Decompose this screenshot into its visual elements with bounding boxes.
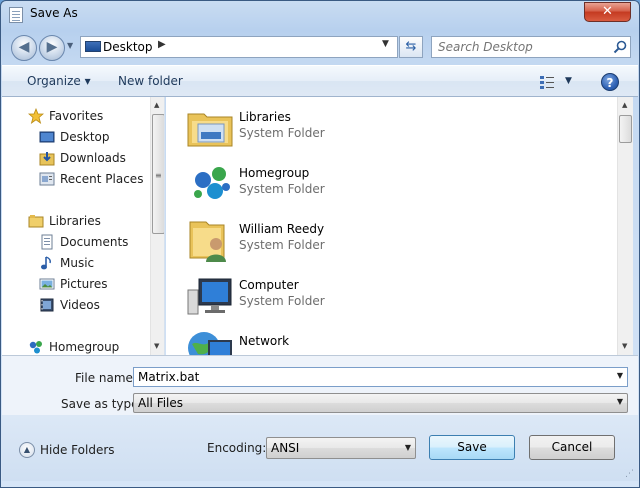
navigation-pane: Favorites Desktop Downloads Recent Place… xyxy=(2,97,165,355)
save-as-dialog: Save As ✕ ◀ ▶ ▼ Desktop ▶ ▼ ⇆ Organize ▾… xyxy=(0,0,640,488)
file-name: Network xyxy=(239,334,290,348)
search-box[interactable] xyxy=(431,36,631,58)
videos-icon xyxy=(40,298,54,312)
libraries-icon xyxy=(28,215,44,228)
desktop-icon xyxy=(39,131,55,143)
scroll-up-arrow-icon[interactable]: ▲ xyxy=(154,101,159,109)
scroll-down-arrow-icon[interactable]: ▼ xyxy=(154,342,159,350)
breadcrumb-chevron-icon[interactable]: ▶ xyxy=(158,39,166,50)
sidebar-item-label: Recent Places xyxy=(60,172,144,186)
encoding-select[interactable]: ANSI ▼ xyxy=(266,437,416,459)
sidebar-item-music[interactable]: Music xyxy=(2,253,150,273)
sidebar-item-label: Downloads xyxy=(60,151,126,165)
sidebar-item-pictures[interactable]: Pictures xyxy=(2,274,150,294)
file-name-field[interactable]: ▼ xyxy=(133,367,628,387)
sidebar-item-videos[interactable]: Videos xyxy=(2,295,150,315)
sidebar-item-favorites[interactable]: Favorites xyxy=(2,106,150,126)
recent-places-icon xyxy=(39,172,55,186)
libraries-folder-icon xyxy=(187,113,233,147)
user-folder-icon xyxy=(189,221,226,262)
star-icon xyxy=(28,108,44,124)
chevron-down-icon[interactable]: ▼ xyxy=(617,397,623,406)
sidebar-item-label: Favorites xyxy=(49,109,104,123)
collapse-up-icon: ▲ xyxy=(19,442,35,458)
sidebar-item-label: Libraries xyxy=(49,214,101,228)
title-bar: Save As ✕ xyxy=(1,1,639,29)
change-view-icon[interactable] xyxy=(539,74,555,90)
file-name-label: File name: xyxy=(75,371,137,385)
refresh-button[interactable]: ⇆ xyxy=(399,36,423,58)
cancel-button[interactable]: Cancel xyxy=(529,435,615,460)
scrollbar-thumb[interactable] xyxy=(619,115,632,143)
documents-icon xyxy=(41,234,53,250)
downloads-icon xyxy=(39,152,55,166)
file-type: System Folder xyxy=(239,294,325,308)
address-location[interactable]: Desktop xyxy=(103,40,153,54)
homegroup-icon xyxy=(194,167,230,199)
sidebar-item-homegroup[interactable]: Homegroup xyxy=(2,337,150,355)
scrollbar-grip-icon: ≡ xyxy=(155,171,162,180)
window-title: Save As xyxy=(30,6,78,20)
address-dropdown-icon[interactable]: ▼ xyxy=(382,39,389,49)
forward-button[interactable]: ▶ xyxy=(39,35,65,61)
file-list: Libraries System Folder Homegroup System… xyxy=(166,97,633,355)
list-item[interactable]: Homegroup System Folder xyxy=(186,158,586,210)
command-bar: Organize ▾ New folder ▼ ? xyxy=(2,65,638,97)
sidebar-item-label: Homegroup xyxy=(49,340,120,354)
list-item[interactable]: Libraries System Folder xyxy=(186,102,586,154)
close-button[interactable]: ✕ xyxy=(584,2,631,22)
list-item[interactable]: William Reedy System Folder xyxy=(186,214,586,266)
save-as-type-select[interactable]: All Files ▼ xyxy=(133,393,628,413)
organize-button[interactable]: Organize ▾ xyxy=(27,74,91,88)
file-type: System Folder xyxy=(239,238,325,252)
sidebar-item-label: Videos xyxy=(60,298,100,312)
scroll-up-arrow-icon[interactable]: ▲ xyxy=(622,101,627,109)
navigation-scrollbar[interactable]: ▲ ≡ ▼ xyxy=(150,97,164,355)
desktop-icon xyxy=(85,41,101,52)
computer-icon xyxy=(187,278,232,315)
file-type: System Folder xyxy=(239,126,325,140)
save-button[interactable]: Save xyxy=(429,435,515,460)
encoding-label: Encoding: xyxy=(207,441,267,455)
sidebar-item-desktop[interactable]: Desktop xyxy=(2,127,150,147)
file-name-dropdown-icon[interactable]: ▼ xyxy=(617,371,623,380)
search-input[interactable] xyxy=(432,37,608,57)
file-name: Libraries xyxy=(239,110,291,124)
back-button[interactable]: ◀ xyxy=(11,35,37,61)
music-icon xyxy=(41,256,51,270)
notepad-icon xyxy=(9,7,23,23)
sidebar-item-recent-places[interactable]: Recent Places xyxy=(2,169,150,189)
recent-pages-dropdown-icon[interactable]: ▼ xyxy=(67,41,73,50)
sidebar-item-documents[interactable]: Documents xyxy=(2,232,150,252)
hide-folders-label: Hide Folders xyxy=(40,443,115,457)
file-type: System Folder xyxy=(239,182,325,196)
sidebar-item-label: Pictures xyxy=(60,277,108,291)
list-item[interactable]: Computer System Folder xyxy=(186,270,586,322)
save-as-type-value: All Files xyxy=(138,396,184,410)
encoding-value: ANSI xyxy=(271,441,300,455)
new-folder-button[interactable]: New folder xyxy=(118,74,183,88)
file-name: Computer xyxy=(239,278,299,292)
sidebar-item-label: Desktop xyxy=(60,130,110,144)
file-list-scrollbar[interactable]: ▲ ▼ xyxy=(617,97,633,355)
list-item[interactable]: Network xyxy=(186,326,586,355)
scroll-down-arrow-icon[interactable]: ▼ xyxy=(622,342,627,350)
file-name: William Reedy xyxy=(239,222,325,236)
sidebar-item-downloads[interactable]: Downloads xyxy=(2,148,150,168)
file-name-input[interactable] xyxy=(134,368,612,386)
search-icon[interactable] xyxy=(612,39,628,55)
sidebar-item-label: Documents xyxy=(60,235,129,249)
sidebar-item-label: Music xyxy=(60,256,95,270)
sidebar-item-libraries[interactable]: Libraries xyxy=(2,211,150,231)
view-options-dropdown-icon[interactable]: ▼ xyxy=(565,76,572,86)
help-icon[interactable]: ? xyxy=(601,73,619,91)
resize-grip-icon[interactable]: ⋰ xyxy=(625,469,634,479)
address-bar[interactable]: Desktop ▶ ▼ xyxy=(80,36,398,58)
network-icon xyxy=(188,332,232,355)
chevron-down-icon[interactable]: ▼ xyxy=(405,443,411,452)
homegroup-icon xyxy=(29,341,42,354)
save-as-type-label: Save as type: xyxy=(61,397,143,411)
pictures-icon xyxy=(39,278,55,290)
file-name: Homegroup xyxy=(239,166,310,180)
